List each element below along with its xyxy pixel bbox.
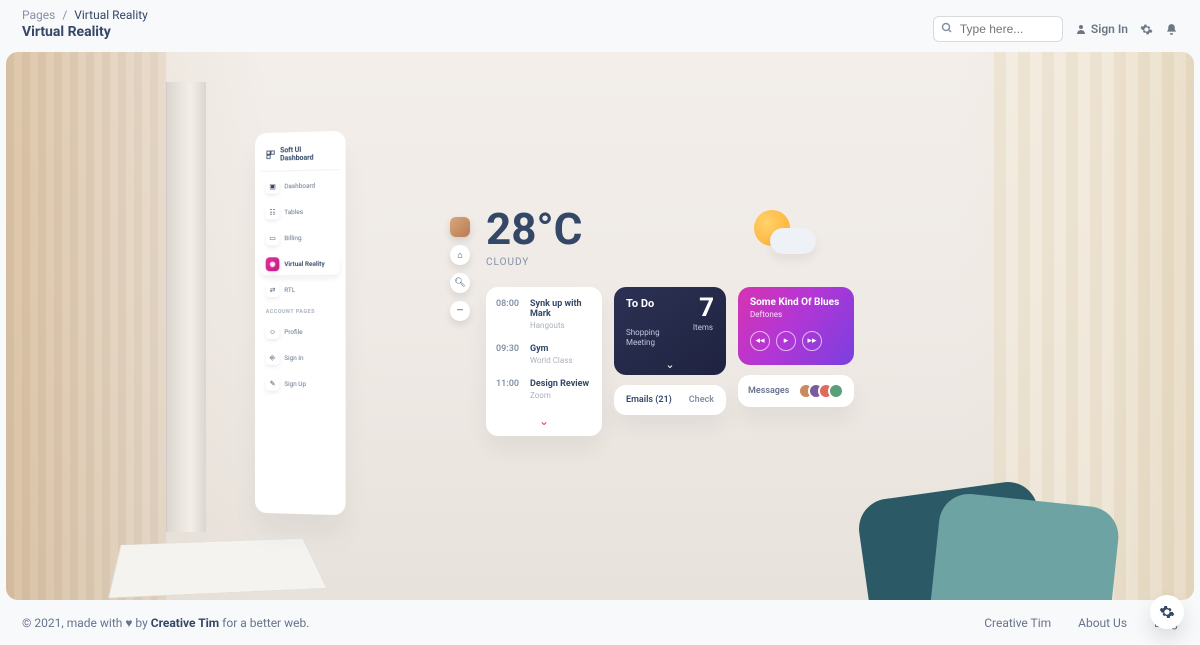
signin-icon: ⎆	[266, 351, 280, 365]
footer-author[interactable]: Creative Tim	[151, 616, 219, 630]
page-title: Virtual Reality	[22, 24, 148, 40]
todo-line2: Meeting	[626, 338, 655, 347]
sidebar-item-rtl[interactable]: ⇄RTL	[261, 279, 340, 301]
chevron-down-icon: ⌄	[539, 414, 549, 428]
settings-fab[interactable]	[1150, 595, 1184, 629]
sidebar-item-tables[interactable]: ☷Tables	[261, 200, 340, 223]
rtl-icon: ⇄	[266, 283, 280, 297]
events-expand[interactable]: ⌄	[496, 414, 592, 432]
emails-label: Emails (21)	[626, 395, 672, 405]
weather-widget: 28°C CLOUDY	[486, 207, 582, 268]
event-time: 09:30	[496, 344, 522, 365]
todo-expand[interactable]: ⌄	[665, 358, 674, 371]
quick-actions: ⌂ 🔍︎ —	[450, 217, 470, 321]
messages-label: Messages	[748, 386, 789, 396]
dashboard-icon: ▣	[266, 179, 280, 193]
sidebar-item-signup[interactable]: ✎Sign Up	[261, 373, 340, 396]
home-button[interactable]: ⌂	[450, 245, 470, 265]
messages-avatars	[804, 383, 844, 399]
footer: © 2021, made with ♥ by Creative Tim for …	[0, 601, 1200, 645]
todo-count: 7	[699, 293, 714, 323]
weather-icon	[754, 210, 790, 246]
weather-condition: CLOUDY	[486, 257, 582, 268]
sidebar-item-dashboard[interactable]: ▣Dashboard	[261, 174, 340, 198]
vr-stage: Soft UI Dashboard ▣Dashboard ☷Tables ▭Bi…	[6, 52, 1194, 600]
emails-card: Emails (21) Check	[614, 385, 726, 415]
chevron-down-icon: ⌄	[665, 358, 674, 371]
billing-icon: ▭	[266, 231, 280, 245]
gear-icon	[1159, 604, 1175, 620]
breadcrumb-current: Virtual Reality	[74, 8, 148, 22]
weather-temp: 28°C	[486, 207, 582, 251]
event-time: 11:00	[496, 379, 522, 400]
event-subtitle: World Class	[530, 356, 572, 365]
messages-card[interactable]: Messages	[738, 375, 854, 407]
home-icon: ⌂	[457, 250, 462, 261]
event-time: 08:00	[496, 299, 522, 330]
music-title: Some Kind Of Blues	[750, 297, 842, 308]
vr-icon: ◉	[266, 257, 280, 271]
play-icon: ▸	[784, 336, 789, 346]
brand-icon	[265, 149, 277, 161]
tables-icon: ☷	[266, 205, 280, 219]
sidebar-item-billing[interactable]: ▭Billing	[261, 226, 340, 249]
footer-link-creative-tim[interactable]: Creative Tim	[984, 616, 1051, 630]
footer-link-about[interactable]: About Us	[1078, 616, 1127, 630]
event-subtitle: Zoom	[530, 391, 589, 400]
minus-icon: —	[456, 306, 463, 316]
bell-icon[interactable]	[1165, 23, 1178, 36]
search-icon	[941, 22, 953, 34]
music-play-button[interactable]: ▸	[776, 331, 796, 351]
signup-icon: ✎	[266, 377, 280, 391]
search-icon: 🔍︎	[454, 278, 465, 288]
profile-icon: ☺	[266, 325, 280, 339]
signin-label: Sign In	[1091, 22, 1128, 36]
music-card: Some Kind Of Blues Deftones ◂◂ ▸ ▸▸	[738, 287, 854, 365]
event-row[interactable]: 11:00 Design Review Zoom	[496, 379, 592, 400]
sidebar-item-profile[interactable]: ☺Profile	[261, 321, 340, 343]
music-prev-button[interactable]: ◂◂	[750, 331, 770, 351]
search-input-wrap	[933, 16, 1063, 42]
avatar[interactable]	[450, 217, 470, 237]
brand[interactable]: Soft UI Dashboard	[261, 141, 340, 172]
prev-icon: ◂◂	[755, 336, 764, 346]
signin-button[interactable]: Sign In	[1075, 22, 1128, 36]
event-row[interactable]: 08:00 Synk up with Mark Hangouts	[496, 299, 592, 330]
sidebar-section-label: ACCOUNT PAGES	[261, 301, 340, 317]
music-next-button[interactable]: ▸▸	[802, 331, 822, 351]
search-button[interactable]: 🔍︎	[450, 273, 470, 293]
sidebar: Soft UI Dashboard ▣Dashboard ☷Tables ▭Bi…	[255, 131, 346, 516]
todo-line1: Shopping	[626, 328, 660, 337]
user-icon	[1075, 23, 1087, 35]
brand-label: Soft UI Dashboard	[280, 145, 335, 162]
event-title: Synk up with Mark	[530, 299, 592, 319]
minimize-button[interactable]: —	[450, 301, 470, 321]
events-card: 08:00 Synk up with Mark Hangouts 09:30 Gy…	[486, 287, 602, 436]
todo-card[interactable]: To Do 7 Items ShoppingMeeting ⌄	[614, 287, 726, 375]
breadcrumb-root[interactable]: Pages	[22, 8, 55, 22]
event-subtitle: Hangouts	[530, 321, 592, 330]
sidebar-item-signin[interactable]: ⎆Sign In	[261, 347, 340, 369]
next-icon: ▸▸	[807, 336, 816, 346]
breadcrumb: Pages / Virtual Reality	[22, 8, 148, 22]
event-title: Gym	[530, 344, 572, 354]
settings-icon[interactable]	[1140, 23, 1153, 36]
emails-check-link[interactable]: Check	[689, 395, 714, 405]
event-row[interactable]: 09:30 Gym World Class	[496, 344, 592, 365]
event-title: Design Review	[530, 379, 589, 389]
sidebar-item-virtual-reality[interactable]: ◉Virtual Reality	[261, 253, 340, 276]
music-artist: Deftones	[750, 310, 842, 319]
todo-count-label: Items	[693, 323, 713, 332]
